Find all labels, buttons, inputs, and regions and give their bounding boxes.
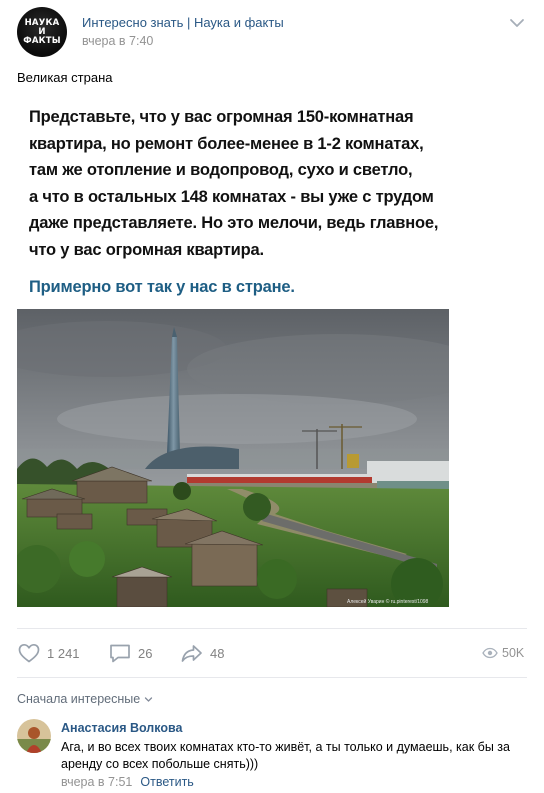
comments-sort-dropdown[interactable]: Сначала интересные — [17, 692, 153, 706]
comment-author-link[interactable]: Анастасия Волкова — [61, 721, 182, 735]
meme-caption: Примерно вот так у нас в стране. — [29, 278, 295, 296]
eye-icon — [482, 647, 498, 659]
comment-time[interactable]: вчера в 7:51 — [61, 775, 132, 789]
sort-label: Сначала интересные — [17, 692, 141, 706]
group-name-link[interactable]: Интересно знать | Наука и факты — [82, 15, 284, 30]
post-header: НАУКА И ФАКТЫ Интересно знать | Наука и … — [0, 0, 544, 64]
post-time[interactable]: вчера в 7:40 — [82, 34, 153, 48]
comment-button[interactable]: 26 — [108, 642, 152, 664]
post-text: Великая страна — [17, 70, 113, 85]
chevron-down-icon[interactable] — [508, 14, 526, 32]
post-actions-bar: 1 241 26 48 50K — [0, 634, 544, 670]
reply-button[interactable]: Ответить — [140, 775, 193, 789]
share-count: 48 — [210, 645, 225, 661]
like-count: 1 241 — [47, 645, 80, 661]
meme-body-text: Представьте, что у вас огромная 150-комн… — [29, 108, 439, 259]
share-arrow-icon — [181, 645, 202, 662]
chevron-down-icon — [145, 696, 153, 702]
divider — [17, 628, 527, 629]
comment-count: 26 — [138, 645, 153, 661]
comment-meta: вчера в 7:51 Ответить — [61, 775, 194, 789]
commenter-avatar[interactable] — [17, 719, 51, 753]
heart-icon — [18, 643, 40, 663]
views-counter: 50K — [482, 646, 524, 660]
comment-icon — [110, 644, 130, 663]
photo-watermark: Алексей Уварин © ru.pinterest/1098 — [347, 598, 429, 605]
group-avatar[interactable]: НАУКА И ФАКТЫ — [17, 7, 67, 57]
like-button[interactable]: 1 241 — [17, 642, 80, 664]
divider — [17, 677, 527, 678]
comment-text: Ага, и во всех твоих комнатах кто-то жив… — [61, 740, 510, 771]
share-button[interactable]: 48 — [180, 642, 224, 664]
logo-line-3: ФАКТЫ — [23, 35, 61, 46]
post-photo[interactable]: Алексей Уварин © ru.pinterest/1098 — [17, 309, 449, 607]
views-count: 50K — [502, 646, 525, 660]
skyscraper-photo-illustration: Алексей Уварин © ru.pinterest/1098 — [17, 309, 449, 607]
avatar-image — [17, 719, 51, 753]
